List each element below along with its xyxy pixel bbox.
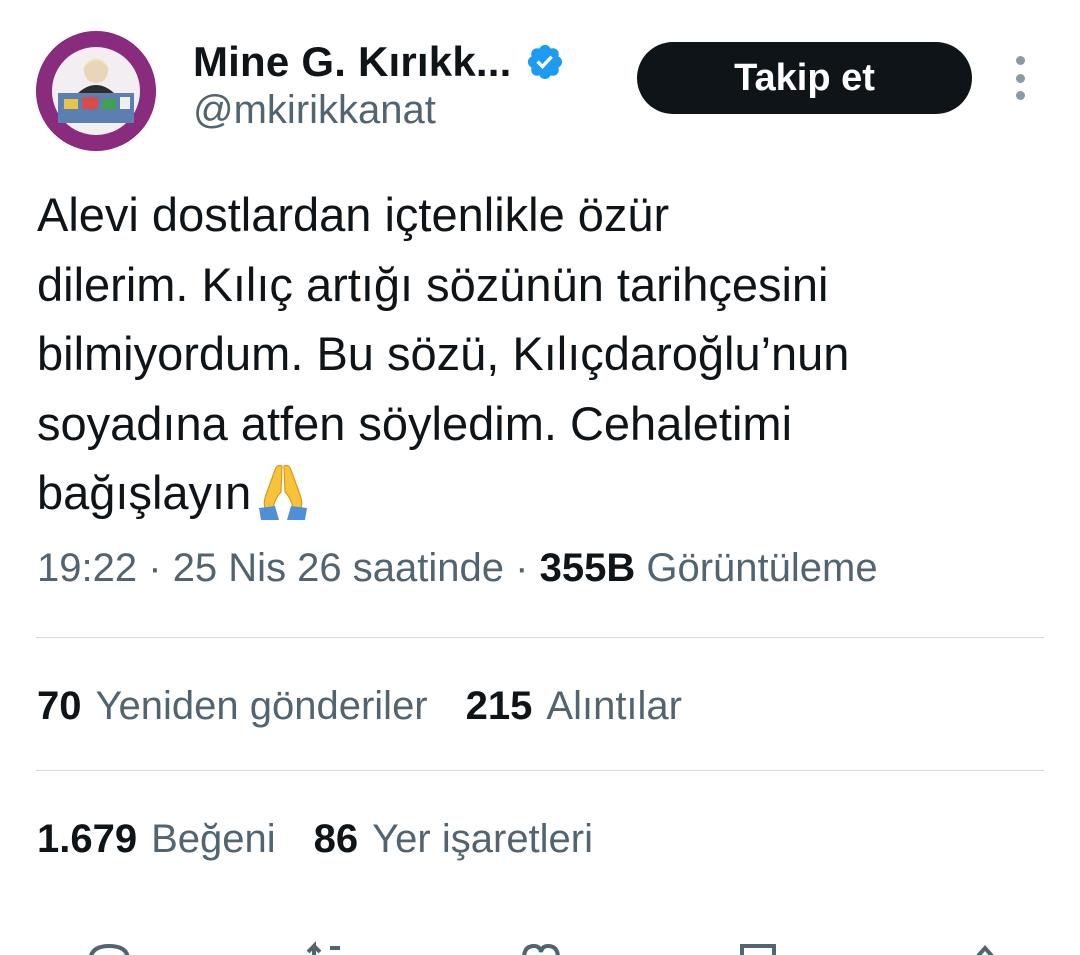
tweet-text-line: bilmiyordum. Bu sözü, Kılıçdaroğlu’nun (37, 327, 850, 380)
more-dot (1015, 56, 1025, 65)
folded-hands-emoji-icon (255, 462, 311, 522)
divider (36, 770, 1044, 771)
views-count[interactable]: 355B (540, 546, 636, 590)
tweet-text-line: bağışlayın (37, 466, 252, 519)
views-label[interactable]: Görüntüleme (646, 546, 877, 590)
bookmarks-count: 86 (313, 817, 359, 861)
bookmarks-stat[interactable]: 86 Yer işaretleri (314, 817, 593, 862)
bookmarks-label: Yer işaretleri (372, 817, 594, 861)
quotes-label: Alıntılar (546, 684, 682, 728)
more-dot (1015, 91, 1025, 100)
retweet-icon[interactable] (300, 940, 350, 955)
tweet-text-line-last: bağışlayın (37, 458, 1047, 528)
quotes-count: 215 (465, 684, 533, 728)
more-options-icon[interactable] (1006, 56, 1034, 100)
reply-icon[interactable] (84, 940, 134, 955)
tweet-time[interactable]: 19:22 (37, 546, 137, 590)
quotes-stat[interactable]: 215 Alıntılar (466, 684, 682, 729)
tweet-action-bar (0, 940, 1080, 955)
author-display-name[interactable]: Mine G. Kırıkk... (193, 38, 511, 86)
likes-count: 1.679 (37, 817, 138, 861)
likes-label: Beğeni (151, 817, 276, 861)
reposts-label: Yeniden gönderiler (95, 684, 428, 728)
more-dot (1015, 73, 1025, 83)
follow-button[interactable]: Takip et (637, 42, 972, 114)
bookmark-icon[interactable] (734, 940, 784, 955)
verified-badge-icon[interactable] (525, 42, 565, 82)
tweet-date[interactable]: 25 Nis 26 saatinde (173, 546, 504, 590)
profile-avatar[interactable] (36, 31, 156, 151)
reposts-count: 70 (37, 684, 82, 728)
tweet-text-line: Alevi dostlardan içtenlikle özür (37, 188, 670, 241)
tweet-text: Alevi dostlardan içtenlikle özür dilerim… (37, 180, 1047, 528)
author-handle[interactable]: @mkirikkanat (193, 88, 436, 133)
reposts-stat[interactable]: 70 Yeniden gönderiler (37, 684, 428, 729)
meta-separator: · (148, 546, 162, 590)
tweet-text-line: dilerim. Kılıç artığı sözünün tarihçesin… (37, 257, 829, 311)
like-icon[interactable] (516, 940, 566, 955)
author-name-row[interactable]: Mine G. Kırıkk... (193, 36, 565, 88)
tweet-meta: 19:22 · 25 Nis 26 saatinde · 355B Görünt… (37, 546, 878, 591)
stats-row-likes: 1.679 Beğeni 86 Yer işaretleri (37, 817, 631, 862)
divider (36, 637, 1044, 638)
stats-row-reposts: 70 Yeniden gönderiler 215 Alıntılar (37, 684, 720, 729)
share-icon[interactable] (960, 940, 1010, 955)
meta-separator: · (515, 546, 529, 590)
likes-stat[interactable]: 1.679 Beğeni (37, 817, 276, 862)
tweet-text-line: soyadına atfen söyledim. Cehaletimi (37, 396, 793, 450)
